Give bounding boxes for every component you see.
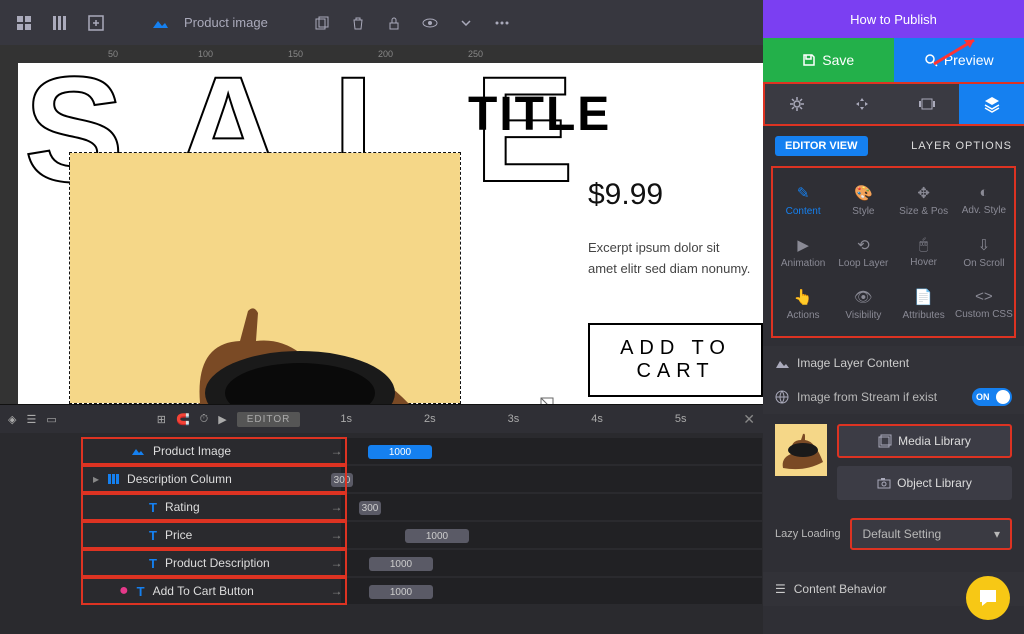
folder-icon[interactable]: ▭ (46, 413, 56, 426)
play-icon[interactable]: ▶ (218, 413, 226, 426)
image-thumbnail[interactable] (775, 424, 827, 476)
option-size-pos[interactable]: ✥Size & Pos (894, 174, 954, 226)
timeline-toolbar: ◈ ☰ ▭ ⊞ 🧲 ⏱ ▶ EDITOR 1s 2s 3s 4s 5s ✕ (0, 405, 763, 433)
panel-tabs (763, 82, 1024, 126)
option-attributes[interactable]: 📄Attributes (894, 278, 954, 330)
timeline-rows: Product Image→|1000▸Description Column→|… (0, 433, 763, 605)
stream-row: Image from Stream if exist ON (763, 380, 1024, 414)
menu-icon: ☰ (775, 582, 786, 596)
col-view-icon[interactable] (44, 7, 76, 39)
element-name: Product image (184, 15, 268, 30)
option-animation[interactable]: ▶Animation (773, 226, 833, 278)
snap-icon[interactable]: ⊞ (157, 413, 166, 426)
addcart-button[interactable]: ADD TO CART (588, 323, 763, 397)
copy-icon[interactable] (306, 7, 338, 39)
magnify-icon (924, 53, 938, 67)
timeline-panel: ◈ ☰ ▭ ⊞ 🧲 ⏱ ▶ EDITOR 1s 2s 3s 4s 5s ✕ Pr… (0, 404, 763, 634)
library-row: Media Library Object Library (763, 414, 1024, 510)
publish-banner[interactable]: How to Publish (763, 0, 1024, 38)
lazy-label: Lazy Loading (775, 528, 840, 540)
option-hover[interactable]: 🖱Hover (894, 226, 954, 278)
lazy-select[interactable]: Default Setting ▾ (850, 518, 1012, 550)
timeline-row[interactable]: ●TAdd To Cart Button→|1000 (0, 577, 763, 605)
layer-options-label: LAYER OPTIONS (911, 140, 1012, 152)
trash-icon[interactable] (342, 7, 374, 39)
price-text[interactable]: $9.99 (588, 178, 663, 212)
stopwatch-icon[interactable]: ⏱ (200, 413, 209, 426)
excerpt-text[interactable]: Excerpt ipsum dolor sit amet elitr sed d… (588, 238, 751, 280)
editor-tag: EDITOR (237, 412, 301, 427)
save-button[interactable]: Save (763, 38, 894, 82)
option-content[interactable]: ✎Content (773, 174, 833, 226)
close-icon[interactable]: ✕ (743, 411, 755, 428)
image-layer-selected[interactable] (70, 153, 460, 403)
list-icon[interactable]: ☰ (26, 413, 36, 426)
resize-handle-icon[interactable] (540, 397, 554, 404)
tab-settings-icon[interactable] (765, 84, 830, 124)
right-panel: How to Publish Save Preview EDITOR VIEW … (763, 0, 1024, 634)
option-custom-css[interactable]: <>Custom CSS (954, 278, 1014, 330)
lock-icon[interactable] (378, 7, 410, 39)
chevron-down-icon[interactable] (450, 7, 482, 39)
stream-toggle[interactable]: ON (972, 388, 1012, 406)
image-section-icon (775, 357, 789, 369)
option-loop-layer[interactable]: ⟲Loop Layer (833, 226, 893, 278)
grid-view-icon[interactable] (8, 7, 40, 39)
timeline-row[interactable]: ▸Description Column→|300 (0, 465, 763, 493)
option-visibility[interactable]: 👁Visibility (833, 278, 893, 330)
lazy-row: Lazy Loading Default Setting ▾ (763, 510, 1024, 558)
layer-options-grid: ✎Content🎨Style✥Size & Pos◐Adv. Style ▶Ani… (771, 166, 1016, 338)
tab-slides-icon[interactable] (895, 84, 960, 124)
shoe-image (130, 283, 460, 404)
option-actions[interactable]: 👆Actions (773, 278, 833, 330)
image-element-icon (144, 7, 176, 39)
media-icon (878, 434, 892, 448)
view-row: EDITOR VIEW LAYER OPTIONS (763, 126, 1024, 166)
canvas-area: 50100150200250 SALE TITLE $9.99 Excerpt … (0, 45, 763, 404)
save-preview-row: Save Preview (763, 38, 1024, 82)
preview-button[interactable]: Preview (894, 38, 1024, 82)
chat-icon (977, 588, 999, 608)
timeline-row[interactable]: Product Image→|1000 (0, 437, 763, 465)
tab-layers-icon[interactable] (959, 84, 1024, 124)
magnet-icon[interactable]: 🧲 (176, 413, 190, 426)
timeline-row[interactable]: TRating→|300 (0, 493, 763, 521)
disk-icon (802, 53, 816, 67)
timeline-row[interactable]: TProduct Description→|1000 (0, 549, 763, 577)
globe-icon (775, 390, 789, 404)
tab-nav-icon[interactable] (830, 84, 895, 124)
option-style[interactable]: 🎨Style (833, 174, 893, 226)
chevron-down-icon: ▾ (994, 527, 1000, 541)
editor-view-tag[interactable]: EDITOR VIEW (775, 136, 868, 156)
canvas[interactable]: SALE TITLE $9.99 Excerpt ipsum dolor sit… (18, 63, 763, 404)
eye-icon[interactable] (414, 7, 446, 39)
title-text[interactable]: TITLE (468, 87, 611, 142)
camera-icon (877, 477, 891, 489)
media-library-button[interactable]: Media Library (837, 424, 1012, 458)
chat-fab[interactable] (966, 576, 1010, 620)
section-image-header[interactable]: Image Layer Content (763, 346, 1024, 380)
add-slide-icon[interactable] (80, 7, 112, 39)
ruler-vertical (0, 45, 18, 404)
timeline-row[interactable]: TPrice→|1000 (0, 521, 763, 549)
option-on-scroll[interactable]: ⇩On Scroll (954, 226, 1014, 278)
object-library-button[interactable]: Object Library (837, 466, 1012, 500)
option-adv-style[interactable]: ◐Adv. Style (954, 174, 1014, 226)
more-icon[interactable] (486, 7, 518, 39)
layers-icon[interactable]: ◈ (8, 413, 16, 426)
